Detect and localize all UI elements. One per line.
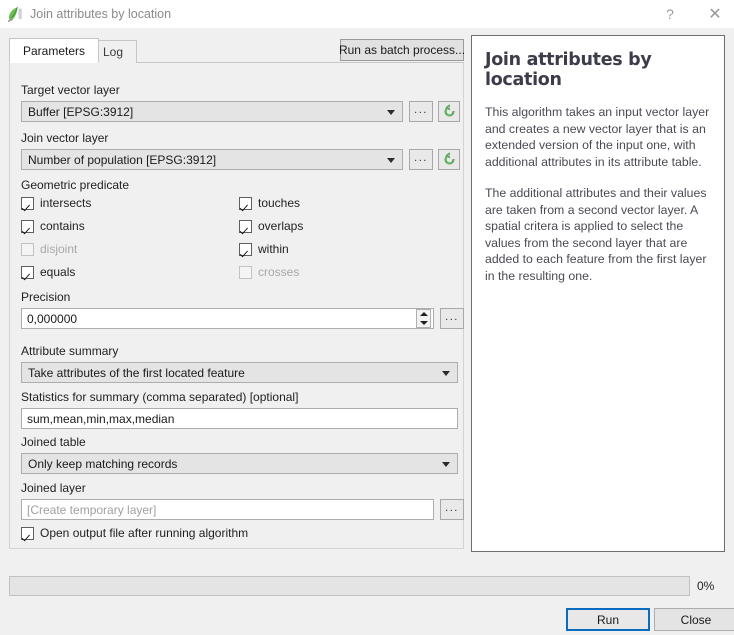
refresh-icon (442, 104, 457, 119)
algorithm-help-panel: Join attributes by location This algorit… (471, 35, 725, 552)
join-vector-layer-label: Join vector layer (21, 131, 108, 145)
join-layer-refresh-button[interactable] (438, 149, 460, 170)
predicate-contains[interactable]: contains (21, 219, 85, 233)
predicate-crosses-label: crosses (258, 265, 299, 279)
window-title: Join attributes by location (30, 7, 171, 21)
join-layer-browse-label: ... (414, 152, 428, 164)
statistics-label: Statistics for summary (comma separated)… (21, 390, 298, 404)
predicate-touches[interactable]: touches (239, 196, 300, 210)
tab-log-label: Log (103, 45, 123, 59)
checkbox-open-output-file[interactable] (21, 527, 34, 540)
help-paragraph-2: The additional attributes and their valu… (485, 185, 711, 284)
target-vector-layer-value: Buffer [EPSG:3912] (28, 105, 133, 119)
stepper-up-icon[interactable] (420, 312, 428, 316)
chevron-down-icon (387, 158, 395, 163)
join-vector-layer-value: Number of population [EPSG:3912] (28, 153, 216, 167)
joined-layer-input[interactable]: [Create temporary layer] (21, 499, 434, 520)
checkbox-equals[interactable] (21, 266, 34, 279)
attribute-summary-value: Take attributes of the first located fea… (28, 366, 245, 380)
title-bar: Join attributes by location ? ✕ (0, 0, 734, 28)
geometric-predicate-label: Geometric predicate (21, 178, 129, 192)
predicate-disjoint: disjoint (21, 242, 77, 256)
precision-value: 0,000000 (27, 312, 77, 326)
precision-stepper[interactable] (416, 309, 431, 328)
close-button[interactable]: Close (654, 608, 734, 631)
predicate-equals-label: equals (40, 265, 75, 279)
titlebar-help-button[interactable]: ? (650, 0, 690, 28)
run-button-label: Run (597, 613, 619, 627)
precision-input[interactable]: 0,000000 (21, 308, 434, 329)
chevron-down-icon (442, 371, 450, 376)
predicate-within[interactable]: within (239, 242, 289, 256)
precision-browse-label: ... (445, 311, 459, 323)
refresh-icon (442, 152, 457, 167)
target-vector-layer-label: Target vector layer (21, 83, 120, 97)
target-vector-layer-combo[interactable]: Buffer [EPSG:3912] (21, 101, 403, 122)
predicate-overlaps-label: overlaps (258, 219, 303, 233)
target-layer-browse-button[interactable]: ... (409, 101, 433, 122)
help-title: Join attributes by location (485, 50, 711, 90)
qgis-leaf-icon (5, 5, 23, 23)
titlebar-close-button[interactable]: ✕ (695, 0, 734, 28)
run-button[interactable]: Run (566, 608, 650, 631)
target-layer-refresh-button[interactable] (438, 101, 460, 122)
join-layer-browse-button[interactable]: ... (409, 149, 433, 170)
joined-layer-browse-label: ... (445, 502, 459, 514)
predicate-contains-label: contains (40, 219, 85, 233)
predicate-crosses: crosses (239, 265, 299, 279)
predicate-overlaps[interactable]: overlaps (239, 219, 303, 233)
open-output-file-checkbox-row[interactable]: Open output file after running algorithm (21, 526, 248, 540)
predicate-equals[interactable]: equals (21, 265, 75, 279)
stepper-down-icon[interactable] (420, 321, 428, 325)
chevron-down-icon (442, 462, 450, 467)
tab-parameters[interactable]: Parameters (9, 38, 99, 63)
checkbox-touches[interactable] (239, 197, 252, 210)
checkbox-contains[interactable] (21, 220, 34, 233)
checkbox-disjoint (21, 243, 34, 256)
progress-percent-label: 0% (697, 579, 714, 593)
help-paragraph-1: This algorithm takes an input vector lay… (485, 104, 711, 170)
checkbox-within[interactable] (239, 243, 252, 256)
attribute-summary-label: Attribute summary (21, 344, 118, 358)
chevron-down-icon (387, 110, 395, 115)
open-output-file-label: Open output file after running algorithm (40, 526, 248, 540)
precision-label: Precision (21, 290, 70, 304)
target-layer-browse-label: ... (414, 104, 428, 116)
joined-layer-browse-button[interactable]: ... (440, 499, 464, 520)
joined-table-combo[interactable]: Only keep matching records (21, 453, 458, 474)
joined-layer-placeholder: [Create temporary layer] (27, 503, 156, 517)
joined-layer-label: Joined layer (21, 481, 86, 495)
close-icon: ✕ (708, 4, 721, 24)
checkbox-intersects[interactable] (21, 197, 34, 210)
checkbox-crosses (239, 266, 252, 279)
close-button-label: Close (681, 613, 712, 627)
tab-parameters-label: Parameters (23, 44, 85, 58)
attribute-summary-combo[interactable]: Take attributes of the first located fea… (21, 362, 458, 383)
checkbox-overlaps[interactable] (239, 220, 252, 233)
progress-bar (9, 576, 690, 596)
predicate-intersects-label: intersects (40, 196, 91, 210)
question-mark-icon: ? (666, 6, 674, 22)
parameters-panel: Target vector layer Buffer [EPSG:3912] .… (9, 62, 464, 549)
predicate-within-label: within (258, 242, 289, 256)
joined-table-label: Joined table (21, 435, 86, 449)
run-as-batch-process-button[interactable]: Run as batch process... (340, 39, 464, 61)
predicate-disjoint-label: disjoint (40, 242, 77, 256)
precision-browse-button[interactable]: ... (440, 308, 464, 329)
joined-table-value: Only keep matching records (28, 457, 177, 471)
statistics-value: sum,mean,min,max,median (27, 412, 174, 426)
run-as-batch-process-label: Run as batch process... (339, 43, 465, 57)
statistics-input[interactable]: sum,mean,min,max,median (21, 408, 458, 429)
join-vector-layer-combo[interactable]: Number of population [EPSG:3912] (21, 149, 403, 170)
predicate-intersects[interactable]: intersects (21, 196, 91, 210)
predicate-touches-label: touches (258, 196, 300, 210)
